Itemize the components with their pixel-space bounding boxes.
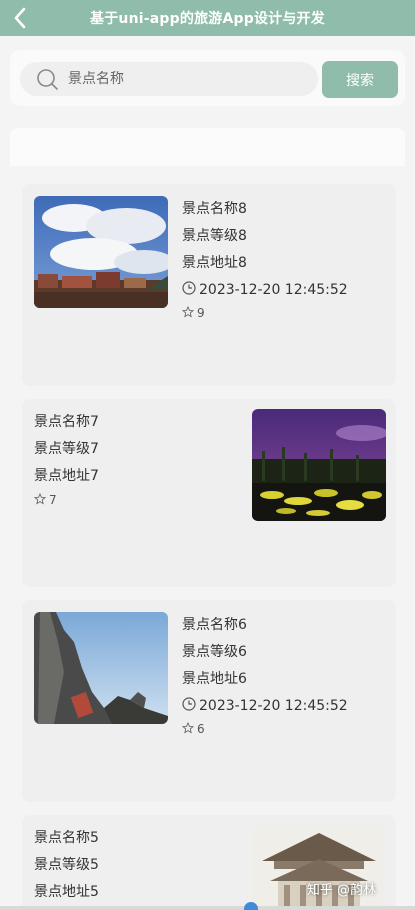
time-text: 2023-12-20 12:45:52	[199, 282, 348, 298]
scroll-indicator	[0, 906, 415, 910]
clock-icon	[182, 281, 196, 299]
spot-address: 景点地址7	[34, 468, 99, 484]
likes-text: 6	[197, 722, 205, 736]
search-input[interactable]	[68, 71, 288, 87]
likes-text: 9	[197, 306, 205, 320]
scroll-thumb[interactable]	[244, 902, 258, 910]
list-item[interactable]: 景点名称7 景点等级7 景点地址7 7	[22, 399, 396, 587]
nav-bar: 基于uni-app的旅游App设计与开发	[0, 0, 415, 36]
page-title: 基于uni-app的旅游App设计与开发	[90, 11, 325, 27]
search-button[interactable]: 搜索	[322, 61, 398, 98]
list-item[interactable]: 景点名称8 景点等级8 景点地址8 2023-12-20 12:45:52 9	[22, 184, 396, 386]
spot-address: 景点地址6	[182, 671, 247, 687]
favorite-count[interactable]: 9	[181, 303, 348, 323]
card-info: 景点名称7 景点等级7 景点地址7 7	[33, 409, 99, 510]
spot-name: 景点名称7	[34, 414, 99, 430]
card-info: 景点名称6 景点等级6 景点地址6 2023-12-20 12:45:52 6	[181, 612, 348, 739]
scenic-photo[interactable]	[34, 196, 168, 308]
star-icon	[181, 721, 195, 737]
spot-level: 景点等级7	[34, 441, 99, 457]
publish-time: 2023-12-20 12:45:52	[182, 277, 348, 303]
search-icon	[36, 68, 58, 90]
scenic-photo[interactable]	[252, 409, 386, 521]
spot-address: 景点地址8	[182, 255, 247, 271]
scenic-photo[interactable]	[34, 612, 168, 724]
spot-level: 景点等级5	[34, 857, 99, 873]
list-item[interactable]: 景点名称5 景点等级5 景点地址5 知乎 @韵林	[22, 815, 396, 910]
star-icon	[33, 492, 47, 508]
publish-time: 2023-12-20 12:45:52	[182, 693, 348, 719]
star-icon	[181, 305, 195, 321]
search-box[interactable]	[20, 62, 318, 96]
spot-level: 景点等级8	[182, 228, 247, 244]
app-screen: 基于uni-app的旅游App设计与开发 搜索	[0, 0, 415, 910]
spot-name: 景点名称5	[34, 830, 99, 846]
spot-name: 景点名称8	[182, 201, 247, 217]
favorite-count[interactable]: 7	[33, 490, 99, 510]
search-bar: 搜索	[10, 50, 405, 106]
card-info: 景点名称8 景点等级8 景点地址8 2023-12-20 12:45:52 9	[181, 196, 348, 323]
list-item[interactable]: 景点名称6 景点等级6 景点地址6 2023-12-20 12:45:52 6	[22, 600, 396, 802]
card-info: 景点名称5 景点等级5 景点地址5	[34, 825, 99, 906]
list-header	[10, 128, 405, 166]
chevron-left-icon[interactable]	[8, 4, 32, 32]
scenic-photo[interactable]: 知乎 @韵林	[252, 825, 386, 910]
likes-text: 7	[49, 493, 57, 507]
spot-name: 景点名称6	[182, 617, 247, 633]
favorite-count[interactable]: 6	[181, 719, 348, 739]
spot-address: 景点地址5	[34, 884, 99, 900]
clock-icon	[182, 697, 196, 715]
spot-level: 景点等级6	[182, 644, 247, 660]
time-text: 2023-12-20 12:45:52	[199, 698, 348, 714]
watermark: 知乎 @韵林	[306, 883, 376, 898]
